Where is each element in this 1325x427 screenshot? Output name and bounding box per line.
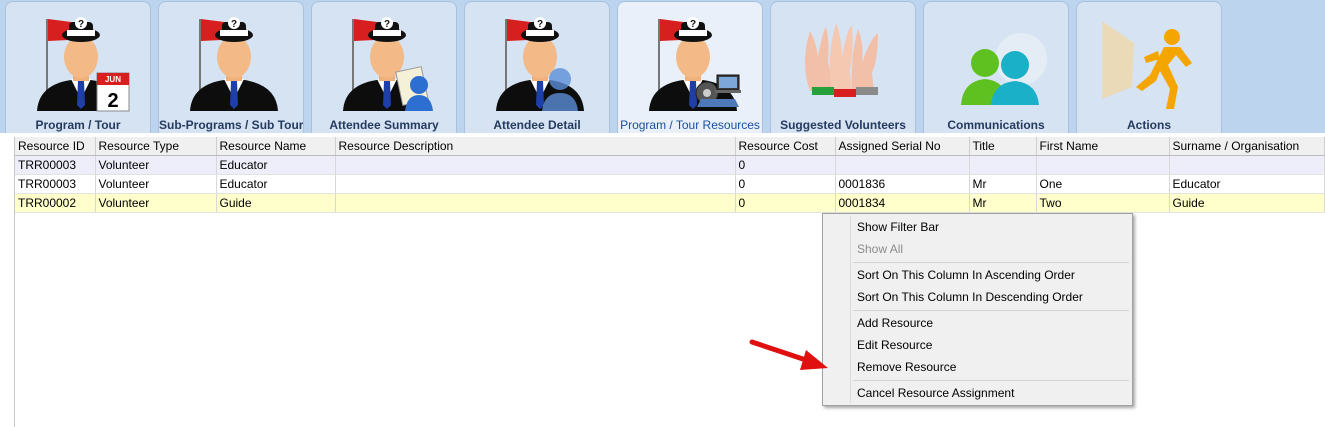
cell-resource-id[interactable]: TRR00002 [15,193,96,213]
communications-people-icon [961,33,1047,105]
svg-text:?: ? [78,19,84,30]
cell-resource-description[interactable] [335,174,736,194]
tab-label: Communications [947,118,1045,132]
menu-item-edit-resource[interactable]: Edit Resource [857,335,932,355]
menu-item-cancel-resource-assignment[interactable]: Cancel Resource Assignment [857,383,1014,403]
cell-surname-organisation[interactable]: Guide [1169,193,1325,213]
tab-label: Attendee Detail [493,118,581,132]
cell-assigned-serial-no[interactable]: 0001834 [835,193,970,213]
cell-resource-description[interactable] [335,193,736,213]
program-calendar-icon: ? JUN 2 [37,17,130,112]
cell-first-name[interactable] [1036,155,1170,175]
tab-label: Actions [1126,118,1171,132]
tab-suggested-volunteers[interactable]: Suggested Volunteers [770,1,916,133]
running-man-icon [1102,21,1192,109]
column-header-resource-id[interactable]: Resource ID [15,137,96,156]
tab-program-tour-resources[interactable]: ? Program / Tour Resources [617,1,763,133]
cell-resource-type[interactable]: Volunteer [95,155,217,175]
menu-separator [853,262,1129,263]
svg-text:?: ? [537,19,543,30]
svg-text:2: 2 [107,90,118,112]
cell-title[interactable]: Mr [969,174,1037,194]
column-header-resource-name[interactable]: Resource Name [216,137,336,156]
sub-program-person-icon: ? [190,17,278,111]
tab-actions[interactable]: Actions [1076,1,1222,133]
tab-label: Program / Tour [35,118,121,132]
cell-resource-cost[interactable]: 0 [735,155,836,175]
cell-resource-type[interactable]: Volunteer [95,174,217,194]
column-header-resource-description[interactable]: Resource Description [335,137,736,156]
tab-attendee-summary[interactable]: ? Attendee Summary [311,1,457,133]
table-row[interactable]: TRR00003 Volunteer Educator 0 [15,155,1325,175]
attendee-detail-icon: ? [496,17,584,111]
column-header-resource-cost[interactable]: Resource Cost [735,137,836,156]
resources-grid: Resource ID Resource Type Resource Name … [15,137,1325,213]
cell-resource-cost[interactable]: 0 [735,193,836,213]
tab-label: Sub-Programs / Sub Tours [159,118,304,132]
tab-label: Program / Tour Resources [620,118,760,132]
column-header-first-name[interactable]: First Name [1036,137,1170,156]
cell-title[interactable]: Mr [969,193,1037,213]
cell-resource-type[interactable]: Volunteer [95,193,217,213]
menu-separator [853,310,1129,311]
cell-surname-organisation[interactable]: Educator [1169,174,1325,194]
module-tab-bar: ? JUN 2 Program / Tour ? Sub-Programs / … [0,0,1325,133]
column-header-surname-organisation[interactable]: Surname / Organisation [1169,137,1325,156]
cell-title[interactable] [969,155,1037,175]
table-row[interactable]: TRR00003 Volunteer Educator 0 0001836 Mr… [15,174,1325,194]
cell-resource-id[interactable]: TRR00003 [15,155,96,175]
table-row-selected[interactable]: TRR00002 Volunteer Guide 0 0001834 Mr Tw… [15,193,1325,213]
menu-icon-gutter [850,216,851,403]
column-header-title[interactable]: Title [969,137,1037,156]
cell-surname-organisation[interactable] [1169,155,1325,175]
grid-header-row: Resource ID Resource Type Resource Name … [15,137,1325,156]
cell-resource-cost[interactable]: 0 [735,174,836,194]
attendee-summary-icon: ? [343,17,433,111]
red-arrow-annotation-icon [749,339,828,370]
svg-text:JUN: JUN [105,75,121,84]
cell-first-name[interactable]: One [1036,174,1170,194]
column-header-assigned-serial-no[interactable]: Assigned Serial No [835,137,970,156]
menu-item-show-all[interactable]: Show All [857,239,903,259]
cell-assigned-serial-no[interactable] [835,155,970,175]
grid-context-menu: Show Filter Bar Show All Sort On This Co… [822,213,1133,406]
tab-attendee-detail[interactable]: ? Attendee Detail [464,1,610,133]
tab-label: Attendee Summary [329,118,439,132]
raised-hands-icon [805,23,878,97]
menu-item-remove-resource[interactable]: Remove Resource [857,357,956,377]
resources-icon: ? [649,17,741,111]
svg-text:?: ? [231,19,237,30]
menu-item-show-filter-bar[interactable]: Show Filter Bar [857,217,939,237]
cell-resource-name[interactable]: Educator [216,155,336,175]
menu-item-add-resource[interactable]: Add Resource [857,313,933,333]
cell-resource-name[interactable]: Guide [216,193,336,213]
menu-item-sort-descending[interactable]: Sort On This Column In Descending Order [857,287,1083,307]
column-header-resource-type[interactable]: Resource Type [95,137,217,156]
svg-text:?: ? [384,19,390,30]
menu-separator [853,380,1129,381]
cell-first-name[interactable]: Two [1036,193,1170,213]
cell-resource-description[interactable] [335,155,736,175]
svg-text:?: ? [690,19,696,30]
tab-communications[interactable]: Communications [923,1,1069,133]
tab-sub-programs[interactable]: ? Sub-Programs / Sub Tours [158,1,304,133]
cell-assigned-serial-no[interactable]: 0001836 [835,174,970,194]
tab-label: Suggested Volunteers [780,118,906,132]
menu-item-sort-ascending[interactable]: Sort On This Column In Ascending Order [857,265,1075,285]
cell-resource-name[interactable]: Educator [216,174,336,194]
tab-program-tour[interactable]: ? JUN 2 Program / Tour [5,1,151,133]
cell-resource-id[interactable]: TRR00003 [15,174,96,194]
